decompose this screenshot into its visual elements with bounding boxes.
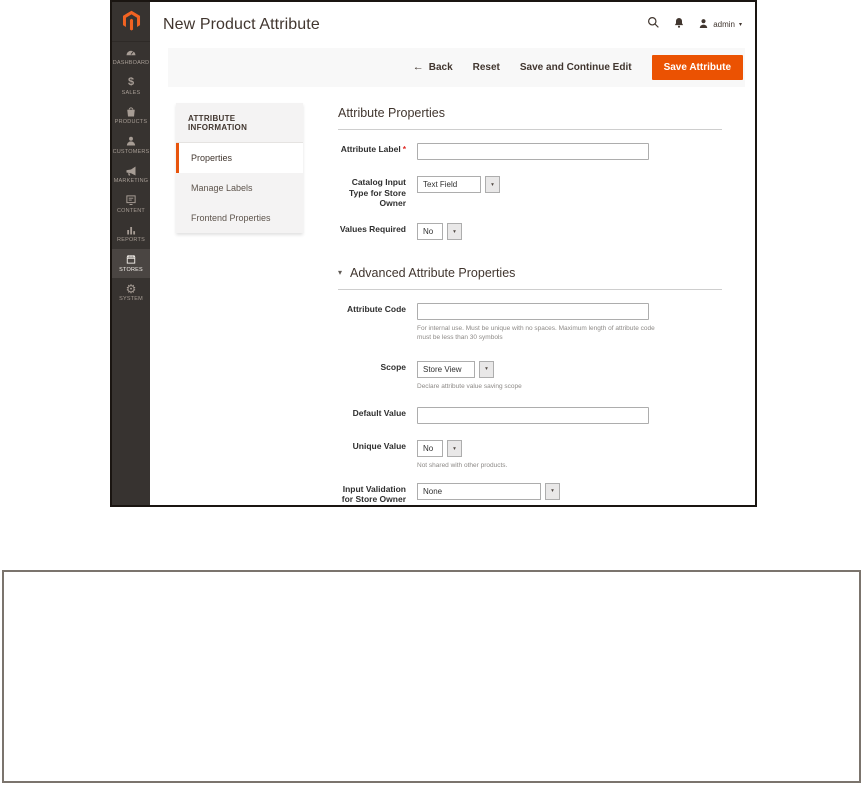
field-label: Default Value	[352, 408, 406, 419]
input-validation-select[interactable]: None ▾	[417, 482, 560, 500]
page-header: New Product Attribute admin ▾	[150, 2, 755, 47]
select-value: No	[417, 440, 443, 458]
sidebar-item-label: SALES	[121, 89, 141, 96]
sidebar-item-system[interactable]: ⚙ SYSTEM	[112, 278, 150, 308]
sidebar-item-customers[interactable]: CUSTOMERS	[112, 131, 150, 161]
chevron-down-icon[interactable]: ▾	[545, 482, 560, 500]
section-title-advanced[interactable]: ▾ Advanced Attribute Properties	[338, 266, 722, 291]
chevron-down-icon[interactable]: ▾	[447, 223, 462, 241]
field-row-attribute-code: Attribute Code For internal use. Must be…	[338, 301, 722, 343]
sidebar-item-label: DASHBOARD	[112, 60, 150, 66]
sidebar-item-content[interactable]: CONTENT	[112, 190, 150, 220]
page-actions-bar: ← Back Reset Save and Continue Edit Save…	[168, 48, 745, 88]
dashboard-gauge-icon	[125, 46, 137, 59]
user-name: admin	[713, 20, 735, 30]
page-title: New Product Attribute	[163, 15, 320, 33]
values-required-select[interactable]: No ▾	[417, 223, 462, 241]
save-and-continue-label: Save and Continue Edit	[519, 62, 632, 74]
main-content: New Product Attribute admin ▾ ← Back Res…	[150, 2, 755, 505]
required-marker: *	[402, 144, 406, 155]
field-label: Scope	[380, 361, 406, 372]
sidebar-item-products[interactable]: PRODUCTS	[112, 101, 150, 131]
chevron-down-icon[interactable]: ▾	[447, 440, 462, 458]
field-label: Attribute Label *	[340, 144, 406, 155]
chevron-down-icon[interactable]: ▾	[485, 176, 500, 194]
bag-icon	[125, 105, 137, 118]
select-value: Store View	[417, 360, 475, 378]
section-title-text: Advanced Attribute Properties	[350, 266, 516, 281]
field-label: Attribute Code	[346, 304, 406, 315]
megaphone-icon	[125, 164, 137, 177]
sidebar-item-sales[interactable]: $ SALES	[112, 72, 150, 102]
sidebar-item-dashboard[interactable]: DASHBOARD	[112, 42, 150, 72]
field-row-default-value: Default Value	[338, 405, 722, 425]
nav-tab-manage-labels[interactable]: Manage Labels	[176, 173, 303, 203]
reset-button-label: Reset	[472, 62, 500, 74]
search-icon[interactable]	[647, 16, 660, 34]
sidebar-item-label: MARKETING	[113, 178, 149, 184]
save-and-continue-button[interactable]: Save and Continue Edit	[520, 62, 632, 73]
magento-admin-window: DASHBOARD $ SALES PRODUCTS CUSTOMERS MAR…	[110, 0, 757, 507]
sidebar-item-label: CUSTOMERS	[112, 148, 150, 155]
attribute-info-nav-header: ATTRIBUTE INFORMATION	[176, 103, 303, 144]
field-note: Declare attribute value saving scope	[417, 382, 522, 390]
bell-icon[interactable]	[673, 16, 685, 34]
collapse-caret-icon[interactable]: ▾	[338, 269, 342, 277]
attribute-info-nav: ATTRIBUTE INFORMATION Properties Manage …	[176, 103, 303, 234]
attribute-label-input[interactable]	[417, 143, 649, 161]
field-row-input-validation: Input Validation for Store Owner None ▾	[338, 481, 722, 505]
field-label: Catalog Input Type for Store Owner	[349, 177, 406, 209]
storefront-icon	[125, 253, 137, 266]
chevron-down-icon: ▾	[738, 21, 742, 28]
user-icon	[698, 16, 709, 34]
select-value: None	[417, 482, 541, 500]
field-row-unique-value: Unique Value No ▾ Not shared with other …	[338, 438, 722, 470]
nav-tab-frontend-properties[interactable]: Frontend Properties	[176, 203, 303, 233]
reset-button[interactable]: Reset	[473, 62, 500, 73]
field-label: Values Required	[339, 224, 406, 235]
field-row-attribute-label: Attribute Label *	[338, 141, 722, 161]
field-row-scope: Scope Store View ▾ Declare attribute val…	[338, 359, 722, 391]
sidebar-item-stores[interactable]: STORES	[112, 248, 150, 278]
select-value: No	[417, 223, 443, 241]
default-value-input[interactable]	[417, 407, 649, 425]
sidebar-item-label: REPORTS	[117, 237, 145, 243]
attribute-form: Attribute Properties Attribute Label * Ca…	[338, 103, 722, 505]
magento-logo-icon[interactable]	[112, 2, 150, 42]
admin-sidebar: DASHBOARD $ SALES PRODUCTS CUSTOMERS MAR…	[112, 2, 150, 505]
field-label: Input Validation for Store Owner	[341, 483, 406, 505]
monitor-icon	[125, 194, 137, 207]
sidebar-item-label: CONTENT	[117, 207, 145, 214]
person-icon	[125, 135, 137, 148]
sidebar-item-label: PRODUCTS	[114, 119, 148, 125]
catalog-input-type-select[interactable]: Text Field ▾	[417, 176, 500, 194]
section-title-text: Attribute Properties	[338, 106, 445, 121]
empty-placeholder-box	[2, 570, 861, 783]
field-row-catalog-input-type: Catalog Input Type for Store Owner Text …	[338, 174, 722, 209]
unique-value-select[interactable]: No ▾	[417, 440, 462, 458]
nav-tab-properties[interactable]: Properties	[176, 143, 303, 174]
gear-icon: ⚙	[125, 281, 137, 296]
back-arrow-icon: ←	[412, 61, 424, 74]
field-row-values-required: Values Required No ▾	[338, 221, 722, 241]
dollar-icon: $	[127, 76, 135, 88]
back-button-label: Back	[428, 62, 453, 74]
sidebar-item-marketing[interactable]: MARKETING	[112, 160, 150, 190]
attribute-code-input[interactable]	[417, 303, 649, 321]
field-label: Unique Value	[352, 441, 406, 452]
chevron-down-icon[interactable]: ▾	[479, 360, 494, 378]
field-note: For internal use. Must be unique with no…	[417, 325, 655, 342]
back-button[interactable]: ← Back	[412, 61, 453, 74]
scope-select[interactable]: Store View ▾	[417, 360, 494, 378]
admin-user-menu[interactable]: admin ▾	[698, 16, 742, 34]
bar-chart-icon	[125, 223, 137, 236]
select-value: Text Field	[417, 176, 481, 194]
sidebar-item-reports[interactable]: REPORTS	[112, 219, 150, 249]
field-note: Not shared with other products.	[417, 462, 508, 470]
section-title-attribute-properties: Attribute Properties	[338, 106, 722, 131]
save-attribute-button[interactable]: Save Attribute	[651, 55, 743, 81]
sidebar-item-label: SYSTEM	[119, 296, 143, 302]
sidebar-item-label: STORES	[119, 266, 143, 273]
